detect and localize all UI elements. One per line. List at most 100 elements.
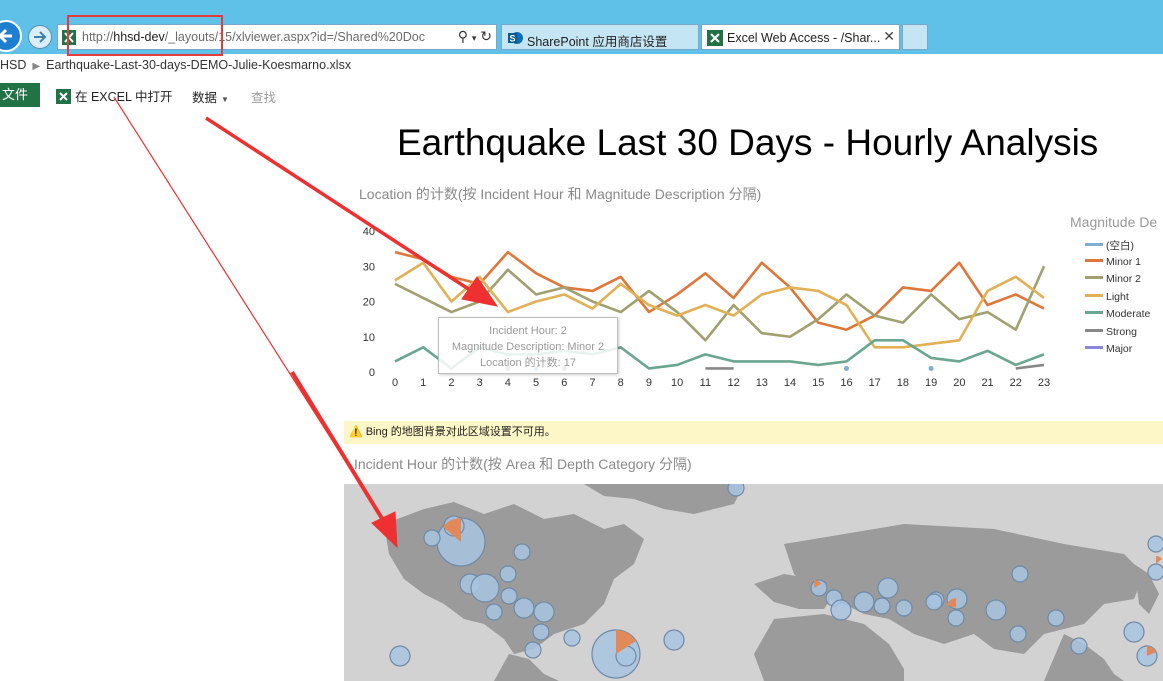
x-tick-label: 20	[953, 377, 965, 389]
x-tick-label: 14	[784, 377, 796, 389]
earthquake-bubble[interactable]	[873, 597, 891, 615]
map-canvas	[384, 484, 1163, 681]
x-tick-label: 8	[618, 377, 624, 389]
earthquake-bubble[interactable]	[1070, 637, 1088, 655]
earthquake-bubble[interactable]	[470, 573, 500, 603]
legend-item[interactable]: Moderate	[1085, 308, 1150, 320]
earthquake-bubble[interactable]	[877, 577, 899, 599]
x-tick-label: 6	[561, 377, 567, 389]
x-tick-label: 16	[840, 377, 852, 389]
legend-swatch	[1085, 243, 1103, 246]
x-tick-label: 5	[533, 377, 539, 389]
chart-legend: Magnitude De (空白) Minor 1 Minor 2 Light Mode…	[1070, 214, 1158, 355]
y-tick-label: 20	[363, 297, 375, 309]
x-tick-label: 19	[925, 377, 937, 389]
y-tick-label: 10	[363, 332, 375, 344]
earthquake-bubble[interactable]	[513, 543, 531, 561]
legend-item[interactable]: (空白)	[1085, 238, 1134, 253]
warning-icon: ⚠️	[349, 426, 363, 438]
tooltip-line-2: Magnitude Description: Minor 2	[451, 341, 605, 353]
tooltip-line-3: Location 的计数: 17	[480, 357, 576, 369]
x-tick-label: 9	[646, 377, 652, 389]
map-notice-text: Bing 的地图背景对此区域设置不可用。	[365, 426, 556, 438]
legend-item[interactable]: Major	[1085, 343, 1132, 355]
earthquake-bubble[interactable]	[1123, 621, 1145, 643]
earthquake-bubble[interactable]	[947, 609, 965, 627]
page: http://hhsd-dev/_layouts/15/xlviewer.asp…	[0, 0, 1163, 681]
legend-swatch	[1085, 328, 1103, 332]
legend-label: Minor 2	[1106, 273, 1142, 285]
legend-swatch	[1085, 293, 1103, 297]
x-tick-label: 12	[727, 377, 739, 389]
legend-label: Strong	[1106, 325, 1137, 338]
earthquake-bubble[interactable]	[563, 629, 581, 647]
earthquake-bubble[interactable]	[925, 593, 943, 611]
x-tick-label: 1	[420, 377, 426, 389]
x-tick-label: 11	[700, 377, 711, 389]
x-tick-label: 0	[392, 377, 398, 389]
earthquake-bubble[interactable]	[513, 597, 535, 619]
earthquake-bubble[interactable]	[1009, 625, 1027, 643]
legend-item[interactable]: Light	[1085, 291, 1129, 303]
earthquake-bubble[interactable]	[1147, 535, 1163, 553]
legend-label: Major	[1106, 343, 1133, 355]
legend-swatch	[1085, 276, 1103, 279]
x-tick-label: 22	[1010, 377, 1022, 389]
earthquake-bubble[interactable]	[727, 484, 745, 497]
earthquake-bubble[interactable]	[853, 591, 875, 613]
map-notice-bar: ⚠️ Bing 的地图背景对此区域设置不可用。	[344, 421, 1163, 444]
earthquake-bubble[interactable]	[500, 587, 518, 605]
earthquake-bubble[interactable]	[895, 599, 913, 617]
y-tick-label: 40	[363, 226, 375, 238]
series-strong-segment	[1015, 363, 1045, 370]
tooltip-line-1: Incident Hour: 2	[489, 325, 567, 337]
earthquake-bubble[interactable]	[532, 623, 550, 641]
legend-item[interactable]: Minor 2	[1085, 273, 1141, 285]
x-tick-label: 2	[448, 377, 454, 389]
earthquake-bubble[interactable]	[1011, 565, 1029, 583]
x-tick-label: 4	[505, 377, 511, 389]
y-tick-label: 30	[363, 261, 375, 273]
earthquake-bubble[interactable]	[389, 645, 411, 667]
y-tick-label: 0	[369, 367, 375, 379]
legend-item[interactable]: Minor 1	[1085, 256, 1141, 268]
legend-swatch	[1085, 346, 1103, 349]
legend-swatch	[1085, 258, 1103, 262]
greenland-land	[584, 484, 744, 514]
x-tick-label: 13	[756, 377, 768, 389]
africa-land	[754, 614, 904, 681]
earthquake-bubble[interactable]	[423, 529, 441, 547]
earthquake-bubble[interactable]	[485, 603, 503, 621]
series-blank-point	[928, 365, 934, 371]
legend-label: (空白)	[1106, 240, 1134, 252]
earthquake-bubble[interactable]	[830, 599, 852, 621]
x-tick-label: 10	[671, 377, 683, 389]
map-chart-title: Incident Hour 的计数(按 Area 和 Depth Categor…	[354, 456, 692, 472]
legend-item[interactable]: Strong	[1085, 326, 1137, 338]
bubble-pie-slice	[1156, 556, 1162, 564]
earthquake-bubble[interactable]	[663, 629, 685, 651]
legend-swatch	[1085, 311, 1103, 314]
x-tick-label: 3	[477, 377, 483, 389]
x-tick-label: 15	[812, 377, 824, 389]
legend-label: Light	[1106, 290, 1129, 303]
x-tick-label: 23	[1038, 377, 1050, 389]
earthquake-bubble[interactable]	[499, 565, 517, 583]
earthquake-bubble[interactable]	[1147, 563, 1163, 581]
earthquake-bubble[interactable]	[524, 641, 542, 659]
earthquake-bubble[interactable]	[533, 601, 555, 623]
earthquake-map[interactable]	[344, 484, 1163, 681]
x-tick-label: 17	[869, 377, 881, 389]
series-blank-point	[843, 365, 849, 371]
x-tick-label: 7	[589, 377, 595, 389]
x-tick-label: 21	[981, 377, 993, 389]
chart-tooltip: Incident Hour: 2 Magnitude Description: …	[438, 317, 618, 374]
legend-label: Minor 1	[1106, 255, 1142, 268]
map-land	[384, 484, 1159, 681]
legend-title: Magnitude De	[1070, 214, 1158, 230]
earthquake-bubble[interactable]	[985, 599, 1007, 621]
x-tick-label: 18	[897, 377, 909, 389]
legend-label: Moderate	[1106, 308, 1151, 320]
central-america-land	[494, 654, 559, 681]
earthquake-bubble[interactable]	[1047, 609, 1065, 627]
